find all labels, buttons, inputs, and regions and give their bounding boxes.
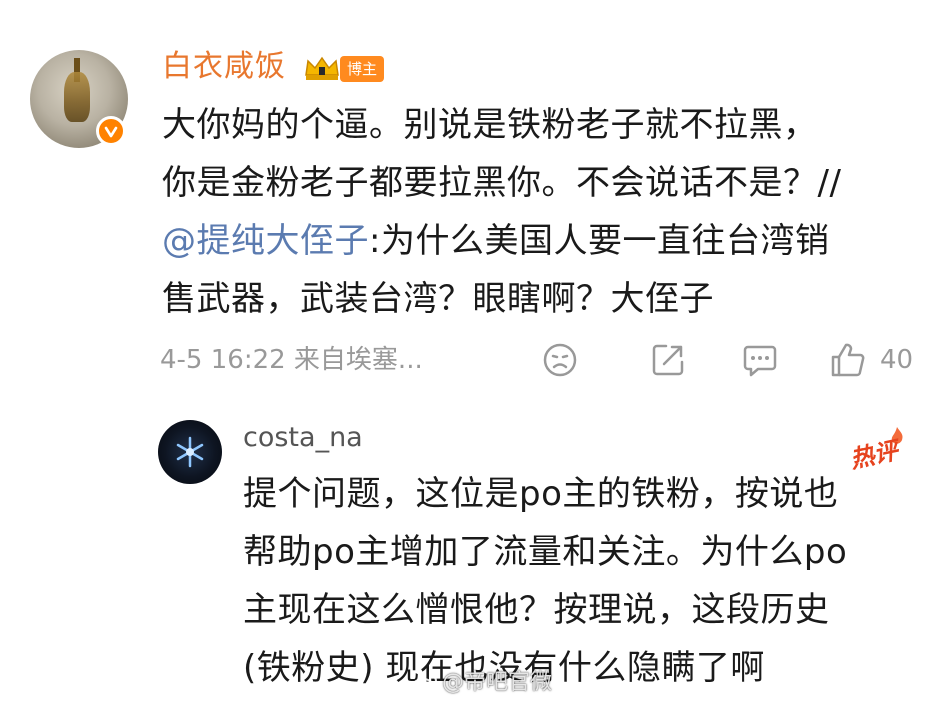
reply-line: 提个问题，这位是po主的铁粉，按说也	[243, 474, 839, 514]
crown-level-icon	[305, 56, 339, 80]
post-line: 你是金粉老子都要拉黑你。不会说话不是？//	[162, 163, 842, 203]
sad-face-icon[interactable]	[540, 340, 580, 380]
reply-content: 提个问题，这位是po主的铁粉，按说也 帮助po主增加了流量和关注。为什么po 主…	[243, 465, 933, 697]
post-meta: 4-5 16:22 来自埃塞...	[160, 345, 423, 375]
reply-username[interactable]: costa_na	[243, 418, 363, 458]
watermark-text: @帝吧官微	[442, 670, 553, 695]
post-line: @提纯大侄子:为什么美国人要一直往台湾销	[162, 212, 932, 270]
reply-line: (铁粉史) 现在也没有什么隐瞒了啊	[243, 648, 765, 688]
share-icon[interactable]	[648, 340, 688, 380]
reply-line: 主现在这么憎恨他？按理说，这段历史	[243, 590, 830, 630]
weibo-comment-screenshot: 白衣咸饭 博主 大你妈的个逼。别说是铁粉老子就不拉黑， 你是金粉老子都要拉黑你。…	[0, 0, 948, 706]
blogger-badge: 博主	[340, 56, 385, 82]
post-line-text: :为什么美国人要一直往台湾销	[369, 221, 830, 261]
post-line: 大你妈的个逼。别说是铁粉老子就不拉黑，	[162, 105, 818, 145]
like-count: 40	[880, 345, 914, 375]
watermark: @帝吧官微	[412, 668, 552, 698]
reply-line: 帮助po主增加了流量和关注。为什么po	[243, 532, 848, 572]
comment-icon[interactable]	[740, 340, 780, 380]
snowflake-avatar-icon	[176, 436, 204, 468]
mention-link[interactable]: @提纯大侄子	[162, 221, 369, 261]
verified-badge-icon	[96, 116, 126, 146]
thumbs-up-icon[interactable]	[828, 340, 868, 380]
post-line: 售武器，武装台湾？眼瞎啊？大侄子	[162, 279, 714, 319]
post-content: 大你妈的个逼。别说是铁粉老子就不拉黑， 你是金粉老子都要拉黑你。不会说话不是？/…	[162, 96, 932, 328]
reply-avatar[interactable]	[158, 420, 222, 484]
weibo-logo-icon	[412, 674, 437, 694]
post-username[interactable]: 白衣咸饭	[162, 47, 286, 87]
